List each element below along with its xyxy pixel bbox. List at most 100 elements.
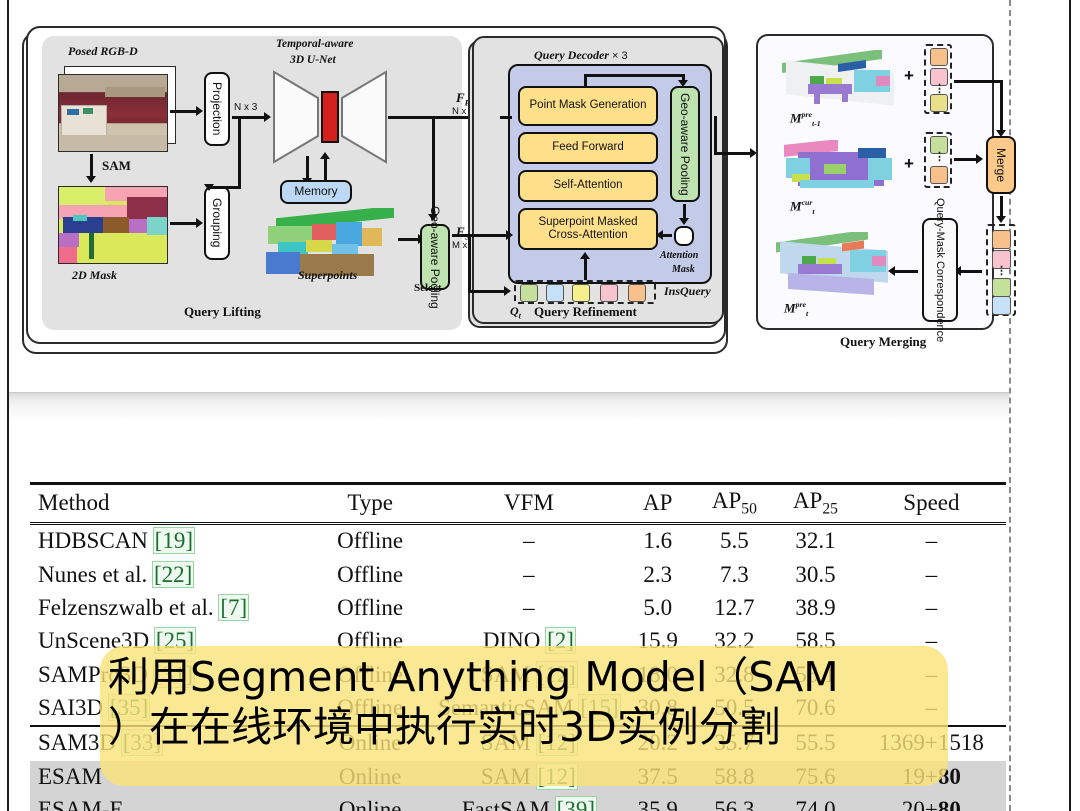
insquery-chip-5 — [628, 284, 646, 302]
cell-ap: 1.6 — [643, 528, 673, 554]
table-row[interactable]: Nunes et al. [22] Offline – 2.3 7.3 30.5 – — [30, 559, 1006, 592]
select-branch-down — [468, 234, 471, 292]
cell-ap25: 32.1 — [795, 528, 836, 554]
top-chips-to-merge-line — [954, 80, 1002, 83]
citation-ref[interactable]: [19] — [152, 527, 196, 555]
geo-aware-pooling-left: Geo-aware Pooling — [420, 206, 450, 308]
header-ap50: AP50 — [711, 488, 757, 518]
cell-ap50: 7.3 — [719, 561, 749, 587]
cell-type: Offline — [337, 561, 404, 587]
cell-ap25: 74.0 — [795, 797, 836, 811]
attention-mask-label-line2: Mask — [672, 264, 695, 275]
cell-speed: 19+80 — [901, 763, 961, 789]
header-method: Method — [38, 489, 110, 515]
feed-forward-box: Feed Forward — [518, 132, 658, 164]
superpoints-caption: Superpoints — [298, 268, 358, 282]
unet-out-branch-down — [432, 116, 435, 216]
cell-type: Offline — [337, 528, 404, 554]
feed-forward-label: Feed Forward — [552, 141, 624, 154]
merge-chip-out-3 — [992, 278, 1011, 297]
point-mask-generation-label: Point Mask Generation — [529, 99, 647, 112]
cell-ap25: 75.6 — [795, 763, 836, 789]
query-merging-panel: Mpret-1 + ⋮ Mcurt + ⋮ Merge ⋮ Query-Mask… — [756, 34, 1016, 342]
table-row[interactable]: HDBSCAN [19] Offline – 1.6 5.5 32.1 – — [30, 524, 1006, 559]
cell-ap: 5.0 — [643, 594, 673, 620]
cell-speed: – — [925, 594, 938, 620]
cell-type: Online — [338, 763, 402, 789]
mid-chips-to-merge-head — [976, 154, 983, 164]
citation-ref[interactable]: [7] — [218, 593, 250, 621]
projection-label: Projection — [210, 82, 224, 136]
branch-to-grouping-head — [204, 184, 214, 191]
cell-ap: 35.9 — [637, 797, 678, 811]
table-row[interactable]: ESAM-E Online FastSAM [39] 35.9 56.3 74.0 20+8… — [30, 794, 1006, 811]
geo-aware-pooling-right-label: Geo-aware Pooling — [678, 92, 692, 196]
rgbd-to-projection-line — [170, 110, 198, 113]
pool-to-attnmask-head — [679, 218, 689, 225]
mask-to-grouping-head — [196, 218, 203, 228]
citation-ref[interactable]: [12] — [535, 762, 578, 790]
mask-to-grouping-line — [170, 222, 198, 225]
sam-arrow-head — [86, 176, 96, 183]
cell-vfm: SAM [12] — [480, 762, 578, 790]
speed-bold-value: 80 — [937, 763, 961, 789]
two-d-mask-caption: 2D Mask — [72, 268, 118, 282]
figure-frame-front: Posed RGB-D SAM 2D Mask Projection Group… — [26, 26, 757, 344]
cell-method: Nunes et al. [22] — [38, 560, 195, 588]
merge-chip-top-3 — [930, 94, 948, 112]
fp-into-decoder-line — [500, 116, 512, 119]
query-decoder-title: Query Decoder × 3 — [534, 48, 628, 62]
projection-branch-down — [238, 116, 241, 188]
citation-ref[interactable]: [22] — [151, 560, 195, 588]
posed-rgbd-caption: Posed RGB-D — [68, 44, 138, 58]
merge-label: Merge — [994, 147, 1008, 182]
cell-vfm: – — [523, 561, 535, 587]
grouping-box: Grouping — [204, 186, 230, 260]
m-cur-symbol: Mcurt — [790, 198, 815, 216]
citation-ref[interactable]: [39] — [554, 796, 598, 811]
fs-into-decoder-head — [506, 230, 513, 240]
plus-sign-top: + — [904, 66, 914, 85]
table-row[interactable]: ESAM Online SAM [12] 37.5 58.8 75.6 19+80 — [30, 760, 1006, 795]
insquery-label: InsQuery — [664, 284, 711, 298]
page-margin-guide — [1009, 0, 1011, 811]
fs-into-decoder-line — [452, 234, 508, 237]
cell-ap: 37.5 — [637, 763, 678, 789]
query-lifting-caption: Query Lifting — [184, 304, 261, 319]
header-ap: AP — [643, 489, 673, 515]
m-prev-symbol: Mpret-1 — [790, 110, 821, 128]
header-type: Type — [347, 489, 393, 515]
header-ap25: AP25 — [792, 488, 838, 518]
decoder-top-feedback-line — [584, 74, 684, 77]
chips-to-cross-head — [580, 252, 590, 259]
m-out-symbol: Mpret — [784, 300, 809, 318]
cell-method: ESAM — [38, 763, 102, 789]
top-chips-to-merge-down — [1000, 80, 1003, 132]
cell-ap50: 58.8 — [714, 763, 755, 789]
memory-to-unet-line — [324, 156, 327, 180]
geo-aware-pooling-right: Geo-aware Pooling — [670, 86, 700, 202]
m-out-scene-image — [774, 232, 892, 300]
merge-chip-top-1 — [930, 48, 948, 66]
point-mask-generation-box: Point Mask Generation — [518, 86, 658, 126]
sam-label: SAM — [102, 158, 131, 173]
citation-ref[interactable]: [2] — [545, 627, 576, 655]
cell-ap25: 30.5 — [795, 561, 836, 587]
table-header-row: Method Type VFM AP AP50 AP25 Speed — [30, 483, 1006, 524]
architecture-figure: Posed RGB-D SAM 2D Mask Projection Group… — [22, 24, 1016, 354]
merge-box: Merge — [986, 136, 1016, 194]
select-to-chips-line — [468, 290, 506, 293]
superpoint-masked-cross-attention-label: Superpoint Masked Cross-Attention — [538, 215, 638, 241]
speed-bold-value: 80 — [937, 797, 961, 811]
citation-ref[interactable]: [25] — [153, 627, 197, 655]
subtitle-overlay: 利用Segment Anything Model（SAM ）在在线环境中执行实时3… — [108, 652, 988, 752]
cell-ap25: 38.9 — [795, 594, 836, 620]
header-speed: Speed — [903, 489, 960, 515]
cell-method: Felzenszwalb et al. [7] — [38, 593, 250, 621]
table-row[interactable]: Felzenszwalb et al. [7] Offline – 5.0 12.7 38… — [30, 592, 1006, 625]
cell-vfm: FastSAM [39] — [437, 794, 621, 811]
query-mask-correspondence-box: Query-Mask Correspondence — [922, 198, 958, 342]
m-cur-scene-image — [780, 140, 898, 198]
select-to-chips-head — [504, 286, 511, 296]
insquery-chip-1 — [520, 284, 538, 302]
